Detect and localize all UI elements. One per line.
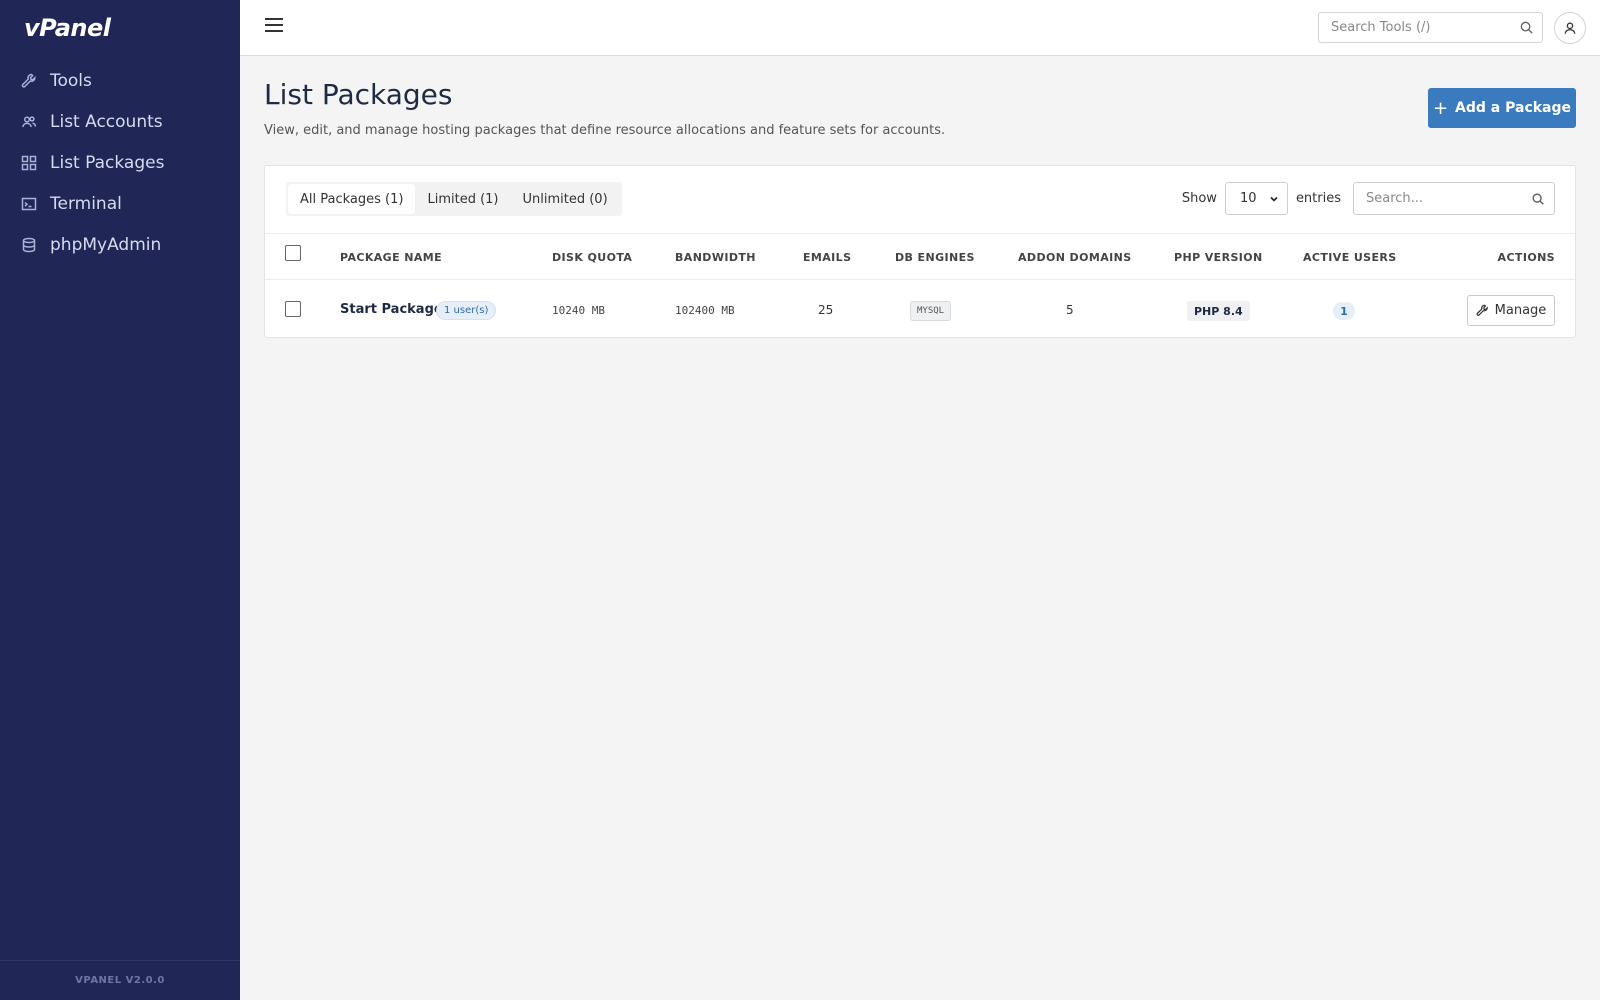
sidebar-item-list-accounts[interactable]: List Accounts bbox=[0, 101, 240, 142]
table-row: Start Package 1 user(s) 10240 MB 102400 … bbox=[265, 281, 1575, 339]
user-menu-button[interactable] bbox=[1554, 12, 1586, 44]
entries-value: 10 bbox=[1239, 191, 1257, 206]
manage-button[interactable]: Manage bbox=[1467, 295, 1555, 326]
col-php-version[interactable]: PHP VERSION bbox=[1174, 251, 1263, 264]
show-label: Show bbox=[1181, 191, 1217, 206]
wrench-icon bbox=[1476, 304, 1488, 316]
bandwidth-value: 102400 MB bbox=[675, 304, 735, 317]
table-search bbox=[1353, 182, 1555, 215]
version-label: VPANEL V2.0.0 bbox=[0, 960, 240, 1000]
add-package-button[interactable]: + Add a Package bbox=[1428, 88, 1576, 128]
emails-value: 25 bbox=[818, 303, 834, 317]
topbar bbox=[240, 0, 1600, 56]
hamburger-icon[interactable] bbox=[265, 18, 283, 36]
addon-domains-value: 5 bbox=[1066, 303, 1074, 317]
entries-label: entries bbox=[1295, 191, 1341, 206]
row-checkbox[interactable] bbox=[285, 301, 301, 317]
table-search-input[interactable] bbox=[1354, 183, 1524, 214]
active-users-badge: 1 bbox=[1333, 302, 1355, 320]
wrench-icon bbox=[20, 72, 38, 90]
vpanel-logo[interactable]: vPanel bbox=[24, 14, 111, 42]
select-all-checkbox[interactable] bbox=[285, 245, 301, 261]
col-active-users[interactable]: ACTIVE USERS bbox=[1303, 251, 1397, 264]
sidebar-item-label: Tools bbox=[50, 70, 92, 91]
tab-limited[interactable]: Limited (1) bbox=[415, 184, 510, 214]
sidebar-item-list-packages[interactable]: List Packages bbox=[0, 142, 240, 183]
sidebar-item-terminal[interactable]: Terminal bbox=[0, 183, 240, 224]
tab-unlimited[interactable]: Unlimited (0) bbox=[511, 184, 620, 214]
col-addon-domains[interactable]: ADDON DOMAINS bbox=[1018, 251, 1132, 264]
plus-icon: + bbox=[1432, 97, 1449, 119]
package-filter-tabs: All Packages (1) Limited (1) Unlimited (… bbox=[286, 182, 622, 216]
terminal-icon bbox=[20, 195, 38, 213]
page-title: List Packages bbox=[264, 78, 453, 111]
packages-card: All Packages (1) Limited (1) Unlimited (… bbox=[264, 165, 1576, 338]
col-bandwidth[interactable]: BANDWIDTH bbox=[675, 251, 756, 264]
tab-all-packages[interactable]: All Packages (1) bbox=[288, 184, 416, 214]
manage-label: Manage bbox=[1494, 303, 1547, 318]
chevron-down-icon bbox=[1270, 196, 1278, 202]
sidebar-nav: Tools List Accounts List Packages Termin… bbox=[0, 60, 240, 265]
sidebar: vPanel Tools List Accounts List Packages… bbox=[0, 0, 240, 1000]
sidebar-item-phpmyadmin[interactable]: phpMyAdmin bbox=[0, 224, 240, 265]
col-emails[interactable]: EMAILS bbox=[803, 251, 851, 264]
package-name[interactable]: Start Package bbox=[340, 302, 443, 317]
col-db-engines[interactable]: DB ENGINES bbox=[895, 251, 975, 264]
sidebar-item-label: Terminal bbox=[50, 193, 122, 214]
sidebar-item-label: List Accounts bbox=[50, 111, 163, 132]
table-header: PACKAGE NAME DISK QUOTA BANDWIDTH EMAILS… bbox=[265, 235, 1575, 280]
tool-search bbox=[1318, 12, 1543, 43]
search-icon[interactable] bbox=[1519, 20, 1534, 35]
users-icon bbox=[20, 113, 38, 131]
sidebar-item-label: phpMyAdmin bbox=[50, 234, 162, 255]
tool-search-input[interactable] bbox=[1319, 13, 1509, 42]
add-package-label: Add a Package bbox=[1455, 100, 1572, 116]
search-icon[interactable] bbox=[1531, 192, 1545, 206]
db-engine-badge: MYSQL bbox=[910, 301, 952, 321]
database-icon bbox=[20, 236, 38, 254]
disk-quota-value: 10240 MB bbox=[552, 304, 605, 317]
col-package-name[interactable]: PACKAGE NAME bbox=[340, 251, 442, 264]
php-version-badge: PHP 8.4 bbox=[1187, 301, 1250, 321]
entries-select[interactable]: 10 bbox=[1224, 182, 1288, 215]
col-actions: ACTIONS bbox=[1497, 251, 1555, 264]
user-icon bbox=[1564, 22, 1576, 34]
sidebar-item-tools[interactable]: Tools bbox=[0, 60, 240, 101]
page-subtitle: View, edit, and manage hosting packages … bbox=[264, 123, 946, 138]
users-count-badge: 1 user(s) bbox=[436, 301, 497, 320]
sidebar-item-label: List Packages bbox=[50, 152, 165, 173]
col-disk-quota[interactable]: DISK QUOTA bbox=[552, 251, 632, 264]
table-toolbar: All Packages (1) Limited (1) Unlimited (… bbox=[265, 166, 1575, 234]
entries-control: Show 10 entries bbox=[1182, 182, 1555, 215]
grid-icon bbox=[20, 154, 38, 172]
